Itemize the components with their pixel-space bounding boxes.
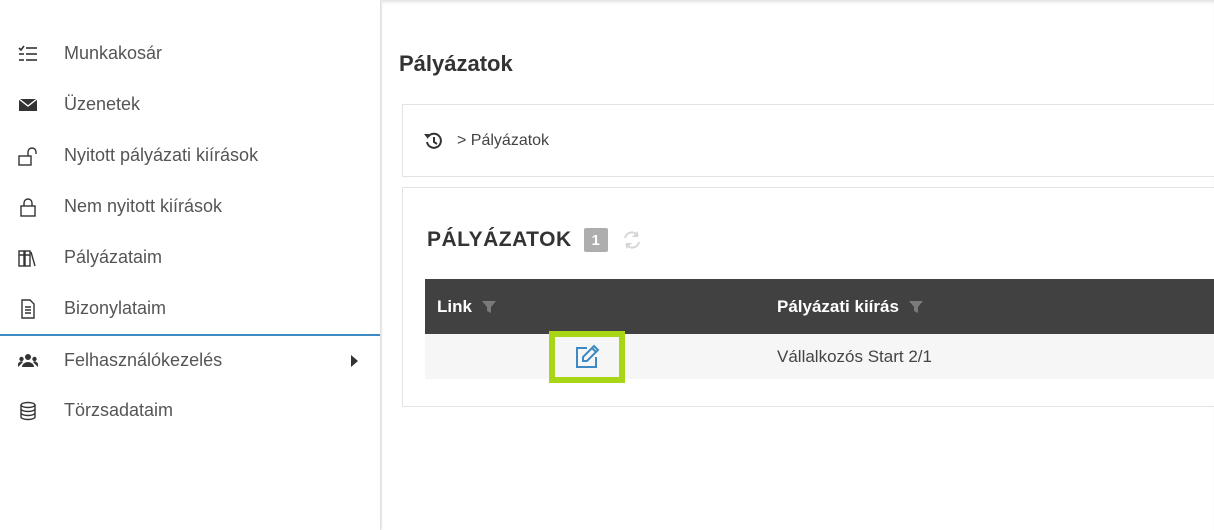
column-header-kiiras[interactable]: Pályázati kiírás [777,297,923,317]
envelope-icon [18,95,38,115]
sidebar-item-palyazataim[interactable]: Pályázataim [0,232,380,283]
table-header: Link Pályázati kiírás [425,279,1214,334]
count-badge: 1 [583,228,608,252]
task-list-icon [18,44,38,64]
edit-icon [576,344,600,368]
caret-right-icon [351,354,358,367]
sidebar-item-label: Üzenetek [64,94,141,114]
sidebar-item-bizonylataim[interactable]: Bizonylataim [0,283,380,334]
sidebar-item-label: Nyitott pályázati kiírások [64,145,259,165]
edit-button[interactable] [549,331,625,383]
sidebar-item-label: Bizonylataim [64,298,167,318]
panel-title: PÁLYÁZATOK [427,228,572,251]
sidebar-item-label: Törzsadataim [64,400,174,420]
sidebar-item-uzenetek[interactable]: Üzenetek [0,79,380,130]
sidebar-item-nyitott-kiirasok[interactable]: Nyitott pályázati kiírások [0,130,380,181]
sidebar: Munkakosár Üzenetek Nyitott pályázati ki… [0,0,381,530]
locked-icon [18,197,38,217]
main-content: Pályázatok > Pályázatok PÁLYÁZATOK 1 Lin… [382,0,1214,530]
cell-kiiras[interactable]: Vállalkozós Start 2/1 [777,347,932,367]
column-header-link[interactable]: Link [425,297,777,317]
history-icon[interactable] [423,130,445,152]
unlocked-icon [18,146,38,166]
document-icon [18,298,38,319]
breadcrumb: > Pályázatok [402,104,1214,177]
sidebar-item-felhasznalokezeles[interactable]: Felhasználókezelés [0,334,380,385]
sidebar-item-munkakosar[interactable]: Munkakosár [0,28,380,79]
books-icon [18,248,38,268]
page-title: Pályázatok [399,51,513,76]
sidebar-item-label: Felhasználókezelés [64,350,223,370]
table-row: Vállalkozós Start 2/1 [425,331,1214,383]
panel-header: PÁLYÁZATOK 1 [427,228,644,252]
sidebar-item-torzsadataim[interactable]: Törzsadataim [0,385,380,436]
refresh-icon[interactable] [620,228,644,252]
palyazatok-panel: PÁLYÁZATOK 1 Link Pályázati kiírás Válla… [402,187,1214,407]
cell-link [425,331,777,383]
sidebar-item-label: Nem nyitott kiírások [64,196,223,216]
column-header-label: Link [437,296,472,316]
sidebar-item-nem-nyitott-kiirasok[interactable]: Nem nyitott kiírások [0,181,380,232]
column-header-label: Pályázati kiírás [777,296,899,316]
sidebar-item-label: Pályázataim [64,247,163,267]
database-icon [18,401,38,421]
filter-icon[interactable] [481,300,496,314]
users-icon [18,351,38,371]
breadcrumb-item[interactable]: > Pályázatok [457,132,549,150]
sidebar-item-label: Munkakosár [64,43,163,63]
palyazatok-table: Link Pályázati kiírás Vállalkozós Start … [425,279,1214,383]
filter-icon[interactable] [908,300,923,314]
